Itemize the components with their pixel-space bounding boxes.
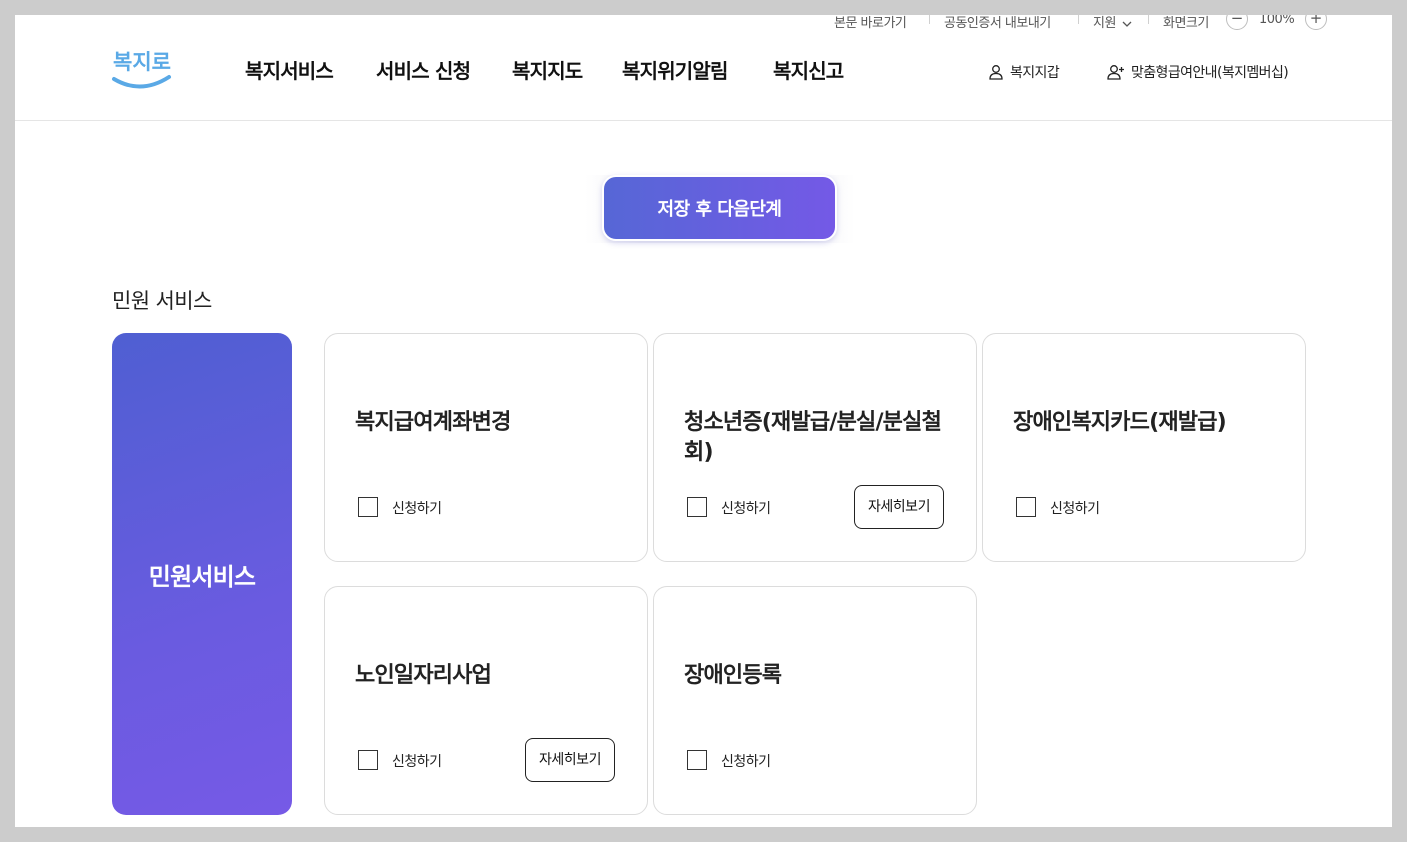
apply-label[interactable]: 신청하기 [721, 498, 771, 518]
nav-welfare-service[interactable]: 복지서비스 [245, 55, 334, 84]
card-title: 장애인등록 [684, 663, 782, 688]
wallet-label: 복지지갑 [1010, 65, 1060, 81]
logo[interactable]: 복지로 [111, 39, 173, 91]
category-label: 민원서비스 [148, 563, 256, 591]
logo-wordmark: 복지로 [113, 50, 171, 74]
save-next-step-button[interactable]: 저장 후 다음단계 [602, 175, 837, 241]
membership-label: 맞춤형급여안내(복지멤버십) [1131, 65, 1289, 81]
nav-service-apply[interactable]: 서비스 신청 [376, 55, 471, 84]
header: 복지로 복지서비스 서비스 신청 복지지도 복지위기알림 복지신고 복지지갑 맞… [15, 15, 1392, 121]
nav-welfare-map[interactable]: 복지지도 [512, 55, 583, 84]
membership-link[interactable]: 맞춤형급여안내(복지멤버십) [1107, 62, 1289, 82]
user-icon [989, 65, 1003, 80]
service-card-disability-welfare-card: 장애인복지카드(재발급) 신청하기 [982, 333, 1306, 562]
apply-checkbox[interactable] [687, 497, 707, 517]
card-title: 청소년증(재발급/분실/분실철회) [684, 410, 942, 465]
apply-checkbox[interactable] [358, 497, 378, 517]
page: 본문 바로가기 공동인증서 내보내기 지원 화면크기 − 100% + 복지로 … [15, 15, 1392, 827]
apply-checkbox[interactable] [1016, 497, 1036, 517]
service-card-youth-id: 청소년증(재발급/분실/분실철회) 신청하기 자세히보기 [653, 333, 977, 562]
apply-label[interactable]: 신청하기 [392, 498, 442, 518]
apply-checkbox[interactable] [358, 750, 378, 770]
detail-button[interactable]: 자세히보기 [854, 485, 944, 529]
apply-label[interactable]: 신청하기 [1050, 498, 1100, 518]
apply-label[interactable]: 신청하기 [721, 751, 771, 771]
section-title: 민원 서비스 [112, 289, 212, 313]
nav-welfare-crisis-alert[interactable]: 복지위기알림 [622, 55, 728, 84]
card-title: 노인일자리사업 [355, 663, 492, 688]
logo-icon: 복지로 [112, 50, 171, 89]
service-card-welfare-account-change: 복지급여계좌변경 신청하기 [324, 333, 648, 562]
service-card-disability-registration: 장애인등록 신청하기 [653, 586, 977, 815]
wallet-link[interactable]: 복지지갑 [988, 62, 1060, 82]
nav-welfare-report[interactable]: 복지신고 [773, 55, 844, 84]
detail-button[interactable]: 자세히보기 [525, 738, 615, 782]
civil-service-category-card: 민원서비스 [112, 333, 292, 815]
apply-checkbox[interactable] [687, 750, 707, 770]
apply-label[interactable]: 신청하기 [392, 751, 442, 771]
card-title: 복지급여계좌변경 [355, 410, 511, 435]
card-title: 장애인복지카드(재발급) [1013, 410, 1227, 435]
user-plus-icon [1107, 65, 1124, 80]
service-card-senior-job-program: 노인일자리사업 신청하기 자세히보기 [324, 586, 648, 815]
